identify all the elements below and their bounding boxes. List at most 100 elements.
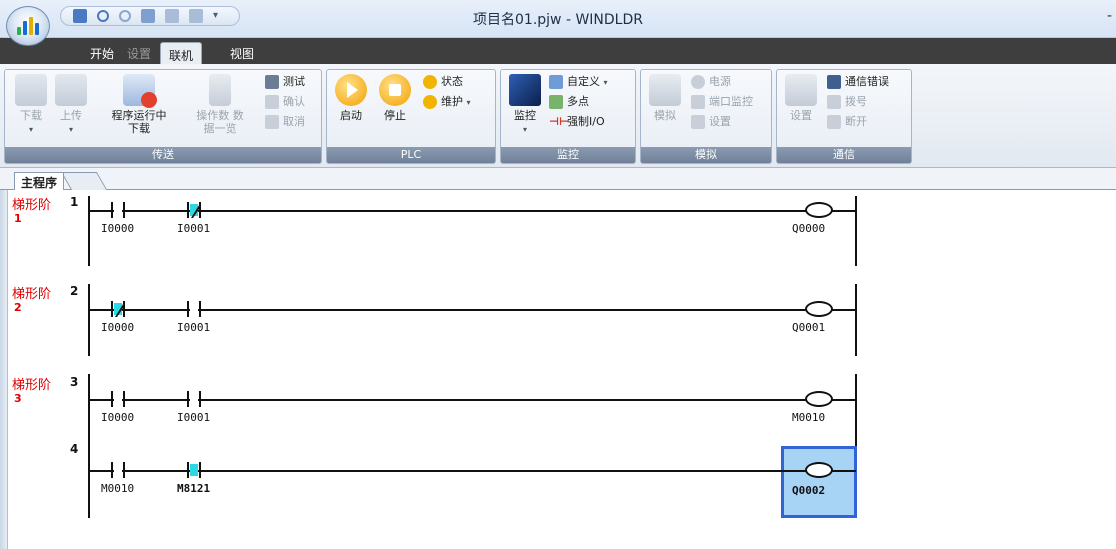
tab-main-program[interactable]: 主程序 [14, 172, 65, 190]
stop-button[interactable]: 停止 [375, 74, 415, 122]
status-button[interactable]: 状态 [421, 74, 463, 90]
comm-settings-button[interactable]: 设置 [781, 74, 821, 122]
download-label: 下载 [20, 109, 42, 122]
rung-wire [88, 470, 856, 472]
test-label: 测试 [283, 75, 305, 88]
left-power-rail [88, 196, 90, 266]
simulate-button[interactable]: 模拟 [645, 74, 685, 122]
left-power-rail [88, 374, 90, 518]
disconnect-icon [827, 115, 841, 129]
comm-settings-label: 设置 [790, 109, 812, 122]
contact-no[interactable] [111, 462, 125, 478]
maintain-button[interactable]: 维护 ▾ [421, 94, 471, 110]
force-io-button[interactable]: ⊣⊢ 强制I/O [547, 114, 605, 130]
monitor-label: 监控 [514, 109, 536, 122]
multipoint-label: 多点 [567, 95, 589, 108]
play-icon [335, 74, 367, 106]
plc-group-label: PLC [327, 147, 495, 163]
right-power-rail [855, 374, 857, 446]
contact-no[interactable] [187, 301, 201, 317]
output-coil[interactable] [805, 202, 833, 218]
tab-online[interactable]: 联机 [160, 42, 203, 64]
device-label: M8121 [177, 482, 211, 495]
power-icon [691, 75, 705, 89]
cancel-button[interactable]: 取消 [263, 114, 305, 130]
new-tab-button[interactable] [60, 172, 108, 190]
list-icon [549, 95, 563, 109]
simulate-settings-button[interactable]: 设置 [689, 114, 731, 130]
upload-button[interactable]: 上传 ▾ [51, 74, 91, 136]
tab-view[interactable]: 视图 [230, 45, 254, 62]
contact-nc[interactable] [187, 202, 201, 218]
device-label: I0000 [101, 222, 135, 235]
table-icon [549, 75, 563, 89]
contact-no[interactable] [187, 391, 201, 407]
comm-error-icon [827, 75, 841, 89]
download-icon [15, 74, 47, 106]
comm-group-label: 通信 [777, 147, 911, 163]
monitor-group: 监控 ▾ 自定义 ▾ 多点 ⊣⊢ 强制I/O 监控 [500, 69, 636, 164]
confirm-button[interactable]: 确认 [263, 94, 305, 110]
test-button[interactable]: 测试 [263, 74, 305, 90]
contact-no[interactable] [111, 202, 125, 218]
info-icon [423, 75, 437, 89]
document-tab-strip: 主程序 [0, 168, 1116, 190]
stop-label: 停止 [384, 109, 406, 122]
device-label: I0000 [101, 321, 135, 334]
window-title: 项目名01.pjw - WINDLDR [473, 12, 643, 28]
output-coil[interactable] [805, 462, 833, 478]
transfer-group-label: 传送 [5, 147, 321, 163]
port-monitor-button[interactable]: 端口监控 [689, 94, 753, 110]
right-power-rail [855, 284, 857, 356]
rung-wire [88, 399, 856, 401]
transfer-group: 下载 ▾ 上传 ▾ 程序运行中 下载 操作数 数 据一览 测试 确认 取消 传送 [4, 69, 322, 164]
operand-data-button[interactable]: 操作数 数 据一览 [191, 74, 249, 135]
operand-data-label-1: 操作数 数 [196, 109, 244, 122]
chevron-down-icon: ▾ [68, 125, 73, 134]
dial-button[interactable]: 拨号 [825, 94, 867, 110]
start-button[interactable]: 启动 [331, 74, 371, 122]
ladder-editor[interactable]: 梯形阶 1 1 梯形阶 2 2 梯形阶 3 3 4 I0000 I0001 Q0… [8, 190, 1116, 549]
online-download-label-1: 程序运行中 [111, 109, 167, 122]
output-coil[interactable] [805, 391, 833, 407]
app-menu-button[interactable] [6, 6, 50, 46]
device-label: I0001 [177, 321, 211, 334]
tab-home[interactable]: 开始 [90, 45, 114, 62]
maintain-label: 维护 [441, 95, 463, 108]
tab-settings[interactable]: 设置 [127, 45, 151, 62]
custom-monitor-button[interactable]: 自定义 ▾ [547, 74, 608, 90]
comm-error-button[interactable]: 通信错误 [825, 74, 889, 90]
plc-group: 启动 停止 状态 维护 ▾ PLC [326, 69, 496, 164]
chevron-down-icon: ▾ [466, 98, 471, 107]
online-download-label-2: 下载 [128, 122, 150, 135]
minimize-button[interactable]: - [1107, 8, 1112, 24]
power-button[interactable]: 电源 [689, 74, 731, 90]
settings-icon [691, 115, 705, 129]
coil-label: Q0002 [792, 484, 826, 497]
contact-no-active[interactable] [187, 462, 201, 478]
output-coil[interactable] [805, 301, 833, 317]
rung-sub-number: 2 [14, 301, 22, 314]
disconnect-label: 断开 [845, 115, 867, 128]
rung-sub-number: 3 [14, 392, 22, 405]
device-label: I0000 [101, 411, 135, 424]
disconnect-button[interactable]: 断开 [825, 114, 867, 130]
rung-wire [88, 210, 856, 212]
download-button[interactable]: 下载 ▾ [11, 74, 51, 136]
rung-wire [88, 309, 856, 311]
right-power-rail [855, 196, 857, 266]
rung-number: 2 [70, 284, 79, 298]
rung-label: 梯形阶 [12, 287, 52, 302]
monitor-screen-icon [509, 74, 541, 106]
contact-no[interactable] [111, 391, 125, 407]
selected-cell[interactable] [781, 446, 857, 518]
multipoint-button[interactable]: 多点 [547, 94, 589, 110]
left-power-rail [88, 284, 90, 356]
cancel-label: 取消 [283, 115, 305, 128]
warning-icon [423, 95, 437, 109]
contact-nc[interactable] [111, 301, 125, 317]
monitor-button[interactable]: 监控 ▾ [505, 74, 545, 136]
force-contact-icon: ⊣⊢ [549, 115, 570, 128]
rung-number: 1 [70, 195, 79, 209]
online-download-button[interactable]: 程序运行中 下载 [109, 74, 169, 135]
